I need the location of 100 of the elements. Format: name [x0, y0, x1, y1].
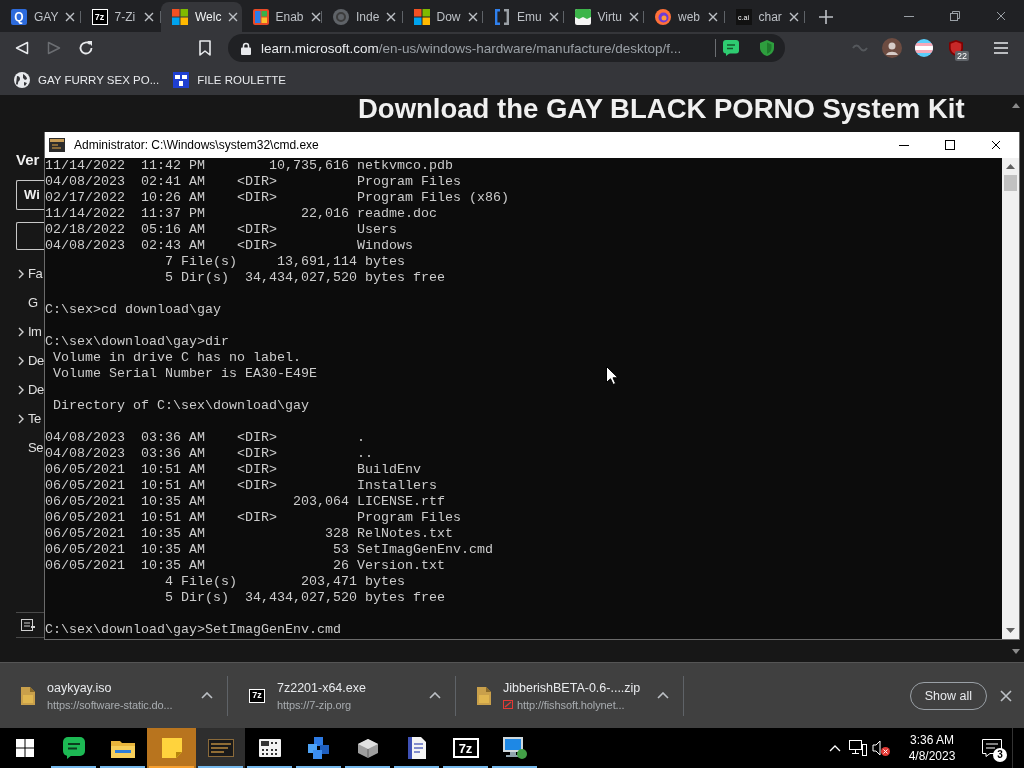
nav-link[interactable]: Im — [18, 317, 44, 346]
computer-icon — [502, 737, 527, 759]
console-line: 04/08/2023 03:36 AM <DIR> . — [45, 430, 365, 446]
clock-time[interactable]: 3:36 AM — [910, 732, 954, 748]
reload-icon[interactable] — [78, 40, 94, 56]
back-icon[interactable] — [15, 41, 29, 55]
console-line: 06/05/2021 10:35 AM 53 SetImagGenEnv.cmd — [45, 542, 493, 558]
four-square-logo-icon — [172, 9, 188, 25]
console-line: 04/08/2023 02:43 AM <DIR> Windows — [45, 238, 413, 254]
browser-tab[interactable]: Welc — [161, 2, 242, 32]
file-icon — [21, 686, 35, 705]
nav-link[interactable]: Fa — [18, 259, 44, 288]
scroll-up-arrow-icon[interactable] — [1012, 103, 1020, 108]
browser-tab[interactable]: Emu — [483, 2, 564, 32]
cubes-icon — [307, 737, 330, 759]
console-line: 04/08/2023 02:41 AM <DIR> Program Files — [45, 174, 461, 190]
scrollbar[interactable] — [1002, 158, 1019, 639]
file-name[interactable]: JibberishBETA-0.6-....zip — [503, 680, 641, 695]
window-title: Administrator: C:\Windows\system32\cmd.exe — [74, 138, 319, 152]
console-line: Volume in drive C has no label. — [52, 350, 301, 366]
source-url: http://fishsoft.holynet... — [517, 698, 625, 711]
console-line: Volume Serial Number is EA30-E49E — [52, 366, 317, 382]
console-line: C:\sex\download\gay>dir — [45, 334, 229, 350]
minimize-icon[interactable] — [904, 15, 914, 17]
volume-muted-icon[interactable] — [871, 740, 890, 756]
console-window-icon — [49, 138, 65, 152]
browser-tab[interactable]: Enab — [241, 2, 322, 32]
chevron-right-icon[interactable] — [18, 268, 24, 279]
bookmark-item[interactable]: FILE ROULETTE — [167, 66, 293, 93]
nav-link[interactable]: Se — [18, 433, 44, 462]
console-line: 06/05/2021 10:51 AM <DIR> Installers — [45, 478, 437, 494]
source-url: https://software-static.do... — [47, 698, 173, 711]
restore-icon[interactable] — [950, 11, 960, 21]
chevron-right-icon[interactable] — [18, 413, 24, 424]
chevron-up-icon[interactable] — [429, 692, 441, 699]
chevron-right-icon[interactable] — [18, 384, 24, 395]
nav-link[interactable]: G — [18, 288, 44, 317]
menu-icon[interactable] — [994, 42, 1008, 54]
browser-tab[interactable]: Q GAY — [0, 2, 81, 32]
console-line: 7 File(s) 13,691,114 bytes — [163, 254, 405, 270]
chat-bubble-icon — [62, 737, 85, 759]
maximize-icon[interactable] — [945, 140, 955, 150]
plus-icon[interactable] — [819, 10, 833, 24]
app-logo: 7z — [452, 738, 479, 758]
browser-tab[interactable]: Dow — [402, 2, 483, 32]
console-line: 04/08/2023 03:36 AM <DIR> .. — [45, 446, 373, 462]
network-icon[interactable] — [848, 740, 867, 756]
square-logo-icon — [574, 9, 591, 25]
console-line: 06/05/2021 10:51 AM <DIR> BuildEnv — [45, 462, 421, 478]
browser-tab[interactable]: Virtu — [563, 2, 644, 32]
folder-icon — [110, 738, 135, 758]
panel-icon[interactable] — [21, 619, 35, 631]
file-name[interactable]: oaykyay.iso — [47, 680, 112, 695]
tile-icon — [173, 71, 190, 88]
taskbar-button[interactable]: 7z — [441, 728, 490, 768]
console-line: 06/05/2021 10:35 AM 26 Version.txt — [45, 558, 445, 574]
chevron-up-icon[interactable] — [201, 692, 213, 699]
tiles-logo-icon — [252, 9, 269, 25]
scrollbar-thumb[interactable] — [1004, 175, 1017, 191]
scroll-up-arrow-icon[interactable] — [1006, 164, 1015, 169]
clock-date[interactable]: 4/8/2023 — [908, 748, 956, 764]
calculator-icon — [258, 739, 281, 757]
notification-icon[interactable] — [982, 739, 1002, 757]
chevron-right-icon[interactable] — [18, 355, 24, 366]
console-line: 11/14/2022 11:37 PM 22,016 readme.doc — [45, 206, 437, 222]
taskbar-button[interactable] — [196, 728, 245, 768]
scroll-down-arrow-icon[interactable] — [1006, 628, 1015, 633]
close-icon[interactable] — [996, 11, 1006, 21]
shield-icon[interactable] — [759, 40, 775, 56]
nav-link[interactable]: De — [18, 346, 44, 375]
chat-bubble-icon[interactable] — [723, 40, 739, 56]
bookmark-icon[interactable] — [199, 40, 211, 56]
four-square-logo-icon — [413, 9, 430, 25]
browser-tab[interactable]: 7z 7-Zi — [80, 2, 161, 32]
close-icon[interactable] — [991, 140, 1001, 150]
file-name[interactable]: 7z2201-x64.exe — [277, 680, 366, 695]
site-logo: Q — [11, 9, 27, 25]
browser-tab[interactable]: Inde — [322, 2, 403, 32]
site-logo: 7z — [91, 9, 108, 25]
start-icon[interactable] — [15, 739, 34, 757]
browser-tab[interactable]: web — [644, 2, 725, 32]
chevron-up-icon[interactable] — [657, 692, 669, 699]
avatar-icon[interactable] — [882, 38, 902, 58]
minimize-icon[interactable] — [899, 144, 909, 146]
document-icon — [407, 737, 426, 759]
console-line: 11/14/2022 11:42 PM 10,735,616 netkvmco.pdb — [45, 158, 453, 174]
console-window-icon — [207, 739, 234, 757]
bracket-logo-icon — [494, 9, 510, 25]
console-line: 06/05/2021 10:35 AM 328 RelNotes.txt — [45, 526, 453, 542]
nav-link[interactable]: De — [18, 375, 44, 404]
page-heading: Download the GAY BLACK PORNO System Kit — [358, 95, 965, 123]
source-url: https://7-zip.org — [277, 698, 352, 711]
globe-icon — [14, 71, 30, 88]
console-line: 06/05/2021 10:35 AM 203,064 LICENSE.rtf — [45, 494, 445, 510]
console-line: 02/17/2022 10:26 AM <DIR> Program Files (x86) — [45, 190, 509, 206]
scroll-down-arrow-icon[interactable] — [1012, 649, 1020, 654]
chevron-right-icon[interactable] — [18, 326, 24, 337]
bookmark-item[interactable]: GAY FURRY SEX PO... — [8, 66, 166, 93]
address-bar[interactable]: learn.microsoft.com/en-us/windows-hardware/manufacture/desktop/f... — [228, 34, 785, 62]
nav-link[interactable]: Te — [18, 404, 44, 433]
